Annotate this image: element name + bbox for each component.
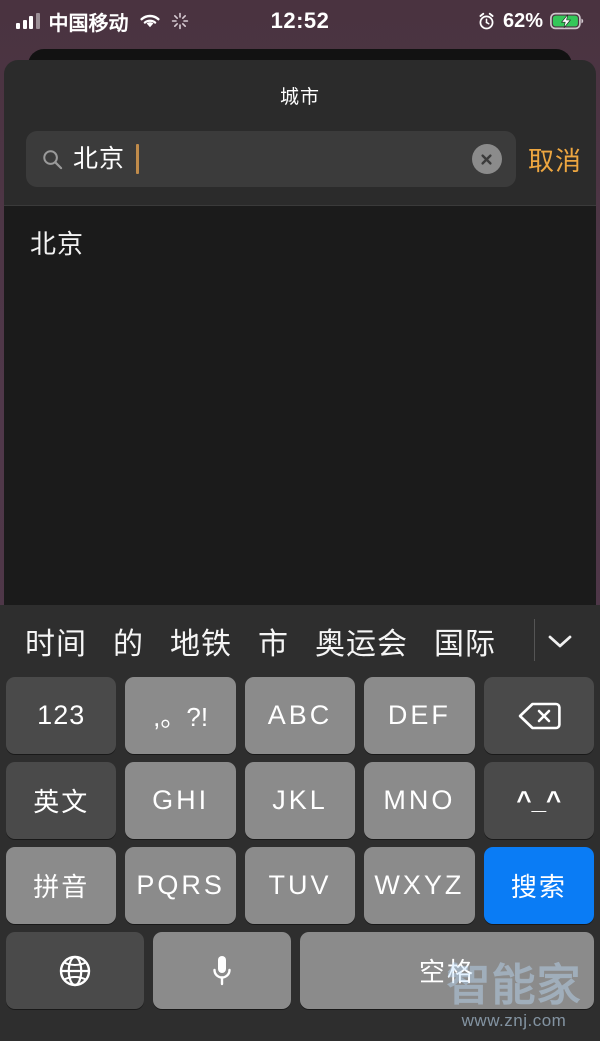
key-search-enter[interactable]: 搜索 (483, 847, 595, 924)
page-title: 城市 (279, 87, 320, 108)
keyboard-row-4: 空格 (0, 932, 600, 1009)
candidate-divider (534, 619, 535, 661)
keyboard-row-3: 拼音 PQRS TUV WXYZ 搜索 (0, 847, 600, 924)
phone-screen: 中国移动 12:52 62% 城市 北京 取消 北京 时间 的 地铁 市 奥运会… (0, 0, 600, 1041)
key-abc[interactable]: ABC (244, 677, 356, 754)
search-bar: 北京 取消 (4, 109, 596, 187)
cancel-button[interactable]: 取消 (526, 141, 582, 178)
key-tuv[interactable]: TUV (244, 847, 356, 924)
status-bar: 中国移动 12:52 62% (0, 0, 600, 42)
list-item[interactable]: 北京 (4, 206, 596, 278)
candidate-2[interactable]: 地铁 (157, 619, 245, 663)
city-picker-sheet: 城市 北京 取消 北京 (4, 60, 596, 605)
clear-circle-icon[interactable] (471, 144, 502, 174)
search-icon (43, 149, 63, 169)
key-mno[interactable]: MNO (364, 762, 475, 839)
battery-percent-label: 62% (502, 9, 543, 32)
microphone-icon (213, 955, 231, 985)
keyboard-row-2: 英文 GHI JKL MNO ^_^ (0, 762, 600, 839)
candidate-bar: 时间 的 地铁 市 奥运会 国际 (0, 605, 600, 677)
key-search-enter-label: 搜索 (510, 872, 567, 902)
key-space[interactable]: 空格 (300, 932, 594, 1009)
search-results-list: 北京 (4, 205, 596, 605)
text-cursor (136, 144, 140, 174)
status-bar-right: 62% (477, 10, 584, 33)
virtual-keyboard: 时间 的 地铁 市 奥运会 国际 123 ,。?! ABC DEF 英文 GHI… (0, 605, 600, 1041)
candidate-4[interactable]: 奥运会 (302, 619, 421, 663)
candidate-3[interactable]: 市 (245, 619, 302, 663)
key-jkl[interactable]: JKL (244, 762, 356, 839)
key-wxyz[interactable]: WXYZ (364, 847, 475, 924)
key-dictation[interactable] (153, 932, 292, 1009)
keyboard-row-1: 123 ,。?! ABC DEF (0, 677, 600, 754)
key-pqrs[interactable]: PQRS (125, 847, 236, 924)
search-input-value: 北京 (73, 144, 126, 173)
candidate-5[interactable]: 国际 (421, 619, 509, 663)
candidate-0[interactable]: 时间 (12, 619, 100, 663)
key-emoticon[interactable]: ^_^ (483, 762, 595, 839)
key-globe[interactable] (6, 932, 145, 1009)
key-punctuation[interactable]: ,。?! (125, 677, 236, 754)
watermark-url: www.znj.com (461, 1011, 567, 1030)
candidate-1[interactable]: 的 (100, 619, 157, 663)
key-pinyin-mode[interactable]: 拼音 (6, 847, 117, 924)
list-item-label: 北京 (30, 228, 85, 259)
backspace-icon (518, 702, 561, 729)
key-def[interactable]: DEF (364, 677, 475, 754)
alarm-clock-icon (479, 12, 494, 29)
chevron-down-icon[interactable] (534, 631, 586, 651)
key-ghi[interactable]: GHI (125, 762, 236, 839)
key-backspace[interactable] (483, 677, 595, 754)
key-english-mode[interactable]: 英文 (6, 762, 117, 839)
globe-icon (59, 955, 91, 986)
battery-charging-icon (550, 12, 584, 30)
search-input[interactable]: 北京 (26, 131, 516, 187)
key-123[interactable]: 123 (6, 677, 117, 754)
